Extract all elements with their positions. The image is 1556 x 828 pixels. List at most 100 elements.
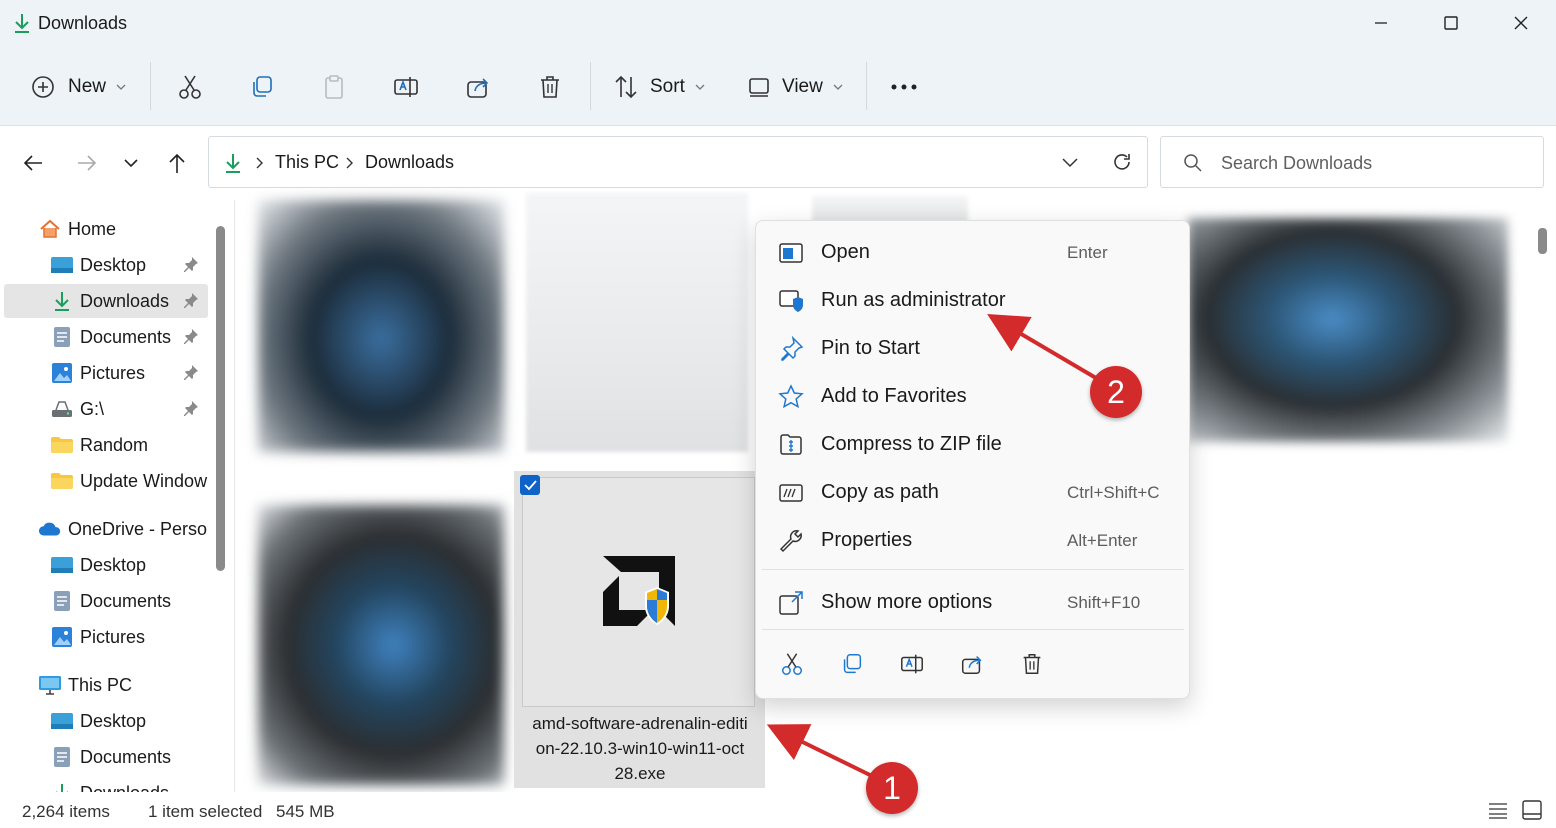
new-button[interactable]: New <box>30 68 126 106</box>
file-thumbnail[interactable] <box>1188 218 1508 442</box>
minimize-button[interactable] <box>1346 0 1416 46</box>
sidebar-item[interactable]: Documents <box>4 740 208 774</box>
sidebar-scrollbar[interactable] <box>216 226 225 571</box>
view-button[interactable]: View <box>746 68 843 106</box>
menu-item[interactable]: Compress to ZIP file <box>762 421 1184 467</box>
sidebar-item-label: Documents <box>80 326 172 347</box>
sidebar-item[interactable]: Update Window <box>4 464 208 498</box>
arrow-left-icon <box>23 155 42 171</box>
share-button[interactable] <box>464 68 492 106</box>
file-thumbnail[interactable] <box>258 200 504 452</box>
home-icon <box>38 217 62 241</box>
download-icon <box>226 154 240 173</box>
cut-icon <box>179 75 201 99</box>
chevron-right-icon <box>256 157 263 169</box>
chevron-down-icon <box>124 159 138 168</box>
maximize-icon <box>1444 16 1458 30</box>
pane-divider[interactable] <box>234 200 235 792</box>
tiles-view-icon[interactable] <box>1522 800 1542 820</box>
maximize-button[interactable] <box>1416 0 1486 46</box>
menu-item[interactable]: Open Enter <box>762 229 1184 275</box>
close-button[interactable] <box>1486 0 1556 46</box>
back-button[interactable] <box>18 148 48 178</box>
rename-icon <box>394 77 418 97</box>
sidebar-item-label: Pictures <box>80 626 146 647</box>
rename-button[interactable] <box>895 649 929 683</box>
view-label: View <box>782 76 823 97</box>
sidebar-item[interactable]: Downloads <box>4 776 208 792</box>
sidebar-item[interactable]: Documents <box>4 320 208 354</box>
download-icon <box>15 14 29 33</box>
menu-item-shortcut: Shift+F10 <box>1067 593 1141 612</box>
address-bar[interactable]: This PC Downloads <box>208 136 1148 188</box>
search-box[interactable] <box>1160 136 1544 188</box>
chevron-down-icon <box>116 84 126 90</box>
paste-button[interactable] <box>320 68 348 106</box>
computer-icon <box>38 673 62 697</box>
pin-icon <box>183 328 201 346</box>
recent-locations-button[interactable] <box>116 148 146 178</box>
search-input[interactable] <box>1221 149 1521 177</box>
plus-circle-icon <box>32 76 54 98</box>
sidebar-item[interactable]: OneDrive - Persor <box>4 512 208 546</box>
sidebar-item[interactable]: This PC <box>4 668 208 702</box>
address-history-chevron-icon[interactable] <box>1061 157 1079 169</box>
sidebar-item-label: Random <box>80 434 149 455</box>
menu-separator <box>762 629 1184 630</box>
sidebar-item[interactable]: Desktop <box>4 548 208 582</box>
paste-icon <box>325 75 343 99</box>
sort-button[interactable]: Sort <box>612 68 705 106</box>
forward-button[interactable] <box>72 148 102 178</box>
sidebar-item[interactable]: G:\ <box>4 392 208 426</box>
breadcrumb-this-pc[interactable]: This PC <box>275 152 339 173</box>
folder-icon <box>50 469 74 493</box>
sidebar-item[interactable]: Desktop <box>4 704 208 738</box>
selection-size: 545 MB <box>276 802 335 821</box>
documents-icon <box>50 325 74 349</box>
sidebar-item[interactable]: Desktop <box>4 248 208 282</box>
menu-item[interactable]: Copy as path Ctrl+Shift+C <box>762 469 1184 515</box>
menu-item[interactable]: Pin to Start <box>762 325 1184 371</box>
selection-checkbox[interactable] <box>520 475 540 495</box>
sidebar-item[interactable]: Home <box>4 212 208 246</box>
share-icon <box>467 78 489 98</box>
menu-item[interactable]: Show more options Shift+F10 <box>762 579 1184 625</box>
delete-button[interactable] <box>1015 649 1049 683</box>
share-button[interactable] <box>955 649 989 683</box>
sidebar-item[interactable]: Pictures <box>4 356 208 390</box>
up-button[interactable] <box>162 148 192 178</box>
sidebar-item-label: OneDrive - Persor <box>68 518 208 539</box>
see-more-button[interactable] <box>890 68 918 106</box>
file-thumbnail[interactable] <box>258 505 504 785</box>
pin-icon <box>183 400 201 418</box>
menu-item-label: Add to Favorites <box>821 385 967 407</box>
file-thumbnail[interactable] <box>526 193 748 452</box>
copy-button[interactable] <box>835 649 869 683</box>
arrow-right-icon <box>78 155 97 171</box>
cut-button[interactable] <box>775 649 809 683</box>
breadcrumb-downloads[interactable]: Downloads <box>365 152 454 173</box>
copy-button[interactable] <box>248 68 276 106</box>
cut-button[interactable] <box>176 68 204 106</box>
drive-icon <box>50 397 74 421</box>
delete-button[interactable] <box>536 68 564 106</box>
sidebar-item[interactable]: Documents <box>4 584 208 618</box>
menu-item-shortcut: Ctrl+Shift+C <box>1067 483 1160 502</box>
download-icon <box>50 781 74 792</box>
sidebar-item[interactable]: Pictures <box>4 620 208 654</box>
refresh-icon[interactable] <box>1111 151 1133 173</box>
details-view-icon[interactable] <box>1488 801 1508 819</box>
pin-icon <box>183 292 201 310</box>
sidebar-item[interactable]: Random <box>4 428 208 462</box>
menu-item-label: Pin to Start <box>821 337 920 359</box>
files-scrollbar[interactable] <box>1538 228 1547 254</box>
sidebar-item[interactable]: Downloads <box>4 284 208 318</box>
shield-icon <box>778 288 804 314</box>
context-menu: Open Enter Run as administrator Pin to Star… <box>755 220 1190 699</box>
selected-file-tile[interactable]: amd-software-adrenalin-editi on-22.10.3-… <box>514 471 765 788</box>
menu-item[interactable]: Run as administrator <box>762 277 1184 323</box>
toolbar-divider <box>150 62 151 110</box>
toolbar-divider <box>590 62 591 110</box>
rename-button[interactable] <box>392 68 420 106</box>
menu-item[interactable]: Properties Alt+Enter <box>762 517 1184 563</box>
